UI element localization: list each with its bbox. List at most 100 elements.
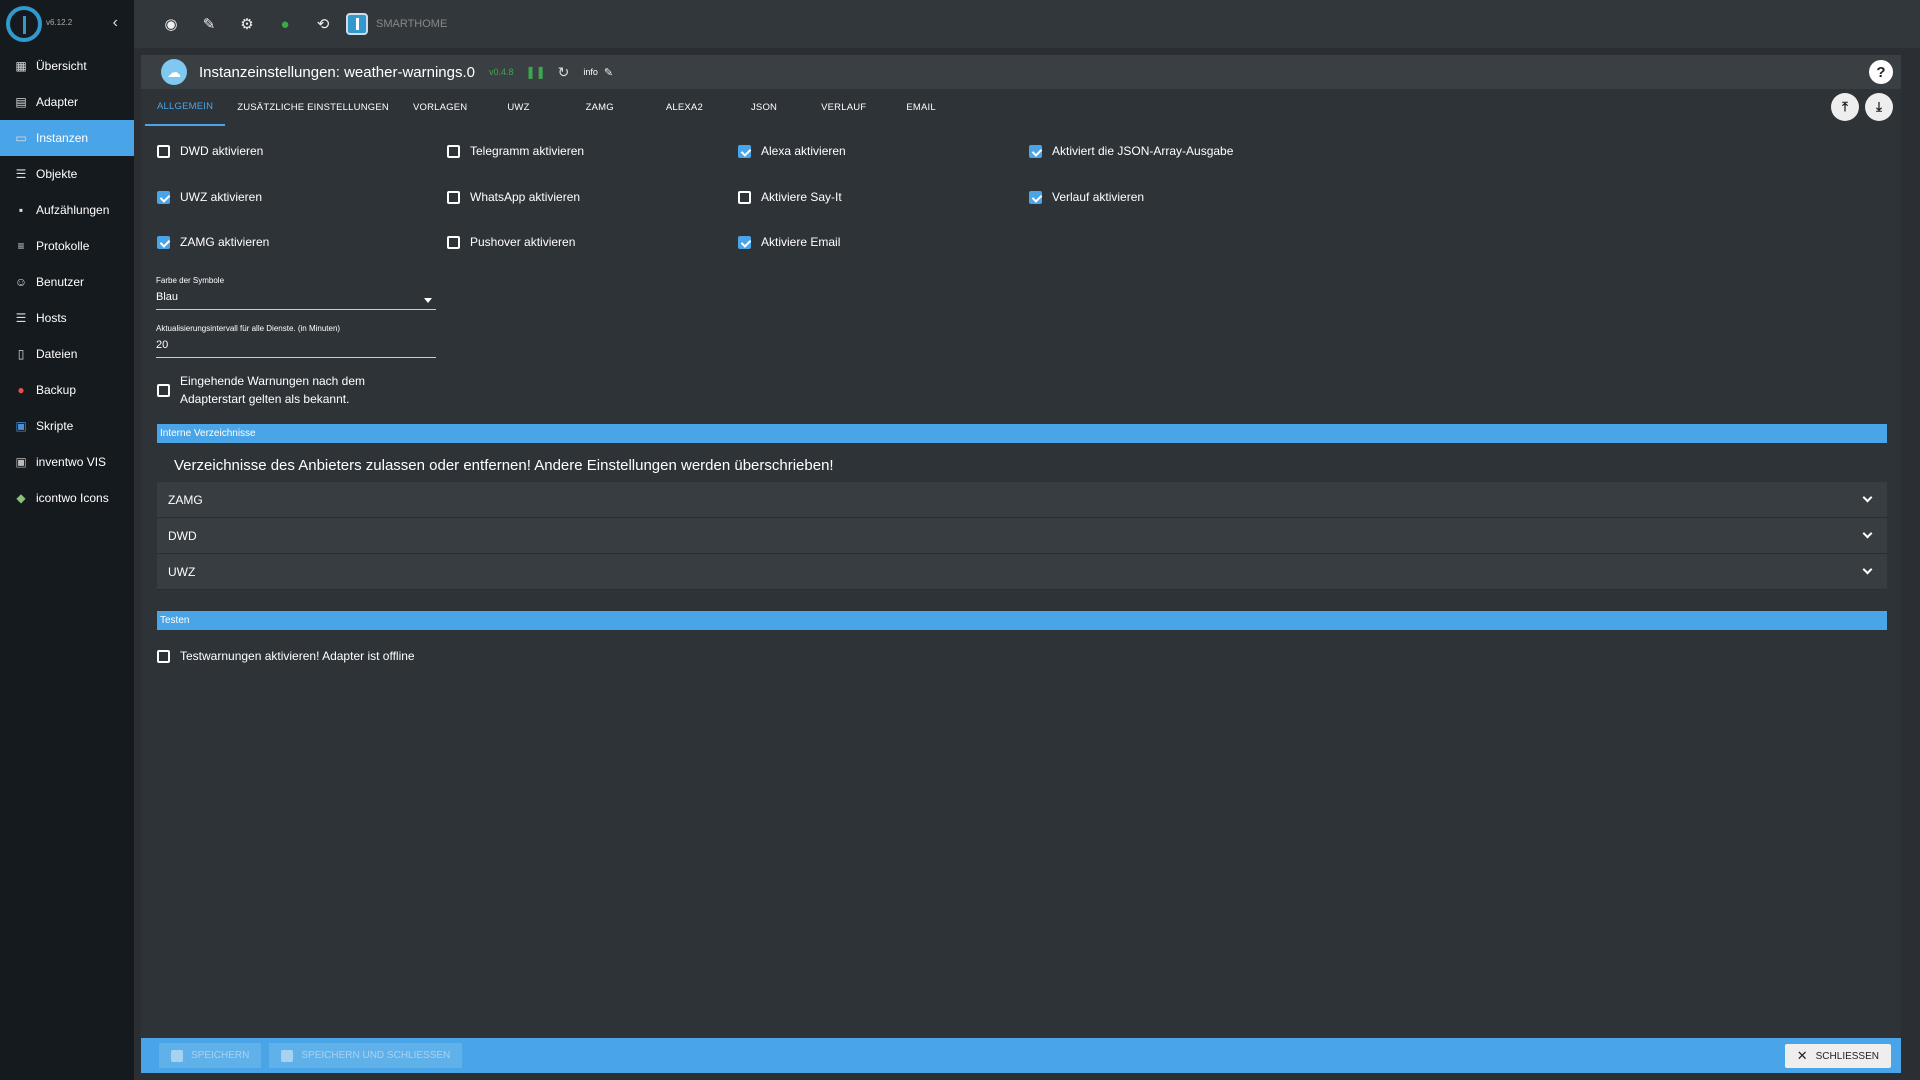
- checkbox-box[interactable]: [738, 235, 751, 249]
- adapter-version: v0.4.8: [489, 67, 514, 77]
- sidebar-item-uebersicht[interactable]: ▦ Übersicht: [0, 48, 134, 84]
- interval-input[interactable]: Aktualisierungsintervall für alle Dienst…: [156, 324, 436, 358]
- sidebar-item-protokolle[interactable]: ≡ Protokolle: [0, 228, 134, 264]
- checkbox-zamg[interactable]: ZAMG aktivieren: [157, 235, 269, 249]
- upload-config-button[interactable]: ⤒: [1831, 93, 1859, 121]
- sidebar-item-dateien[interactable]: ▯ Dateien: [0, 336, 134, 372]
- download-config-button[interactable]: ⤓: [1865, 93, 1893, 121]
- eye-icon[interactable]: ◉: [162, 15, 180, 33]
- checkbox-label: Testwarnungen aktivieren! Adapter ist of…: [180, 649, 415, 663]
- checkbox-pushover[interactable]: Pushover aktivieren: [447, 235, 575, 249]
- symbol-color-select[interactable]: Farbe der Symbole Blau: [156, 276, 436, 310]
- checkbox-box[interactable]: [157, 235, 170, 249]
- edit-icon[interactable]: ✎: [604, 66, 613, 79]
- instance-settings-panel: ☁ Instanzeinstellungen: weather-warnings…: [141, 55, 1901, 1073]
- tab-json[interactable]: JSON: [727, 89, 801, 126]
- sidebar-item-instanzen[interactable]: ▭ Instanzen: [0, 120, 134, 156]
- sidebar-item-adapter[interactable]: ▤ Adapter: [0, 84, 134, 120]
- expert-mode-icon[interactable]: ●: [276, 15, 294, 33]
- checkbox-label: Aktiviert die JSON-Array-Ausgabe: [1052, 144, 1234, 158]
- checkbox-box[interactable]: [738, 190, 751, 204]
- sidebar-item-label: inventwo VIS: [36, 455, 107, 469]
- user-icon: ☺: [14, 275, 28, 289]
- tab-verlauf[interactable]: VERLAUF: [801, 89, 886, 126]
- sidebar-item-label: Hosts: [36, 311, 67, 325]
- sidebar-item-benutzer[interactable]: ☺ Benutzer: [0, 264, 134, 300]
- page-title: Instanzeinstellungen: weather-warnings.0: [199, 63, 475, 81]
- save-button[interactable]: SPEICHERN: [159, 1043, 262, 1068]
- checkbox-box[interactable]: [1029, 190, 1042, 204]
- wrench-icon[interactable]: ✎: [200, 15, 218, 33]
- sidebar-item-hosts[interactable]: ☰ Hosts: [0, 300, 134, 336]
- sidebar-nav: ▦ Übersicht ▤ Adapter ▭ Instanzen ☰ Objekte …: [0, 48, 134, 516]
- collapse-sidebar-icon[interactable]: ‹: [113, 14, 118, 32]
- checkbox-label: ZAMG aktivieren: [180, 235, 270, 249]
- accordion-zamg[interactable]: ZAMG: [157, 482, 1887, 518]
- sidebar-item-skripte[interactable]: ▣ Skripte: [0, 408, 134, 444]
- checkbox-box[interactable]: [157, 190, 170, 204]
- checkbox-dwd[interactable]: DWD aktivieren: [157, 144, 263, 158]
- sidebar-item-label: Skripte: [36, 419, 74, 433]
- checkbox-label: WhatsApp aktivieren: [470, 190, 581, 204]
- iobroker-logo-icon[interactable]: [6, 6, 42, 42]
- tab-vorlagen[interactable]: VORLAGEN: [401, 89, 479, 126]
- sidebar-item-icontwo-icons[interactable]: ◆ icontwo Icons: [0, 480, 134, 516]
- checkbox-test-warnings[interactable]: Testwarnungen aktivieren! Adapter ist of…: [157, 649, 415, 663]
- checkbox-known-warnings[interactable]: Eingehende Warnungen nach dem Adaptersta…: [157, 372, 365, 408]
- accordion-uwz[interactable]: UWZ: [157, 554, 1887, 590]
- sidebar-item-label: icontwo Icons: [36, 491, 109, 505]
- checkbox-whatsapp[interactable]: WhatsApp aktivieren: [447, 190, 580, 204]
- save-close-button[interactable]: SPEICHERN UND SCHLIESSEN: [269, 1043, 463, 1068]
- checkbox-telegram[interactable]: Telegramm aktivieren: [447, 144, 584, 158]
- tab-email[interactable]: EMAIL: [886, 89, 956, 126]
- checkbox-email[interactable]: Aktiviere Email: [738, 235, 840, 249]
- log-icon: ≡: [17, 239, 25, 253]
- tab-bar: ALLGEMEIN ZUSÄTZLICHE EINSTELLUNGEN VORL…: [141, 89, 1901, 126]
- accordion-dwd[interactable]: DWD: [157, 518, 1887, 554]
- sync-off-icon[interactable]: ⟲: [314, 15, 332, 33]
- sidebar-item-label: Objekte: [36, 167, 78, 181]
- checkbox-json-array[interactable]: Aktiviert die JSON-Array-Ausgabe: [1029, 144, 1233, 158]
- hosts-icon: ☰: [15, 311, 27, 325]
- tab-allgemein[interactable]: ALLGEMEIN: [145, 89, 226, 126]
- checkbox-box[interactable]: [738, 144, 751, 158]
- chevron-down-icon: [1862, 528, 1873, 539]
- sidebar-item-backup[interactable]: ● Backup: [0, 372, 134, 408]
- brand-logo-icon: [346, 13, 368, 35]
- tab-alexa2[interactable]: ALEXA2: [642, 89, 727, 126]
- help-icon[interactable]: ?: [1869, 60, 1893, 84]
- checkbox-alexa[interactable]: Alexa aktivieren: [738, 144, 846, 158]
- checkbox-box[interactable]: [157, 649, 170, 663]
- tab-uwz[interactable]: UWZ: [479, 89, 557, 126]
- checkbox-box[interactable]: [447, 235, 460, 249]
- accordion-label: ZAMG: [168, 492, 203, 507]
- reload-icon[interactable]: ↻: [558, 64, 570, 81]
- sidebar-item-label: Adapter: [36, 95, 79, 109]
- close-button[interactable]: ✕ SCHLIESSEN: [1784, 1044, 1891, 1068]
- save-icon: [171, 1049, 183, 1062]
- checkbox-label: UWZ aktivieren: [180, 190, 263, 204]
- checkbox-uwz[interactable]: UWZ aktivieren: [157, 190, 262, 204]
- checkbox-label: DWD aktivieren: [180, 144, 264, 158]
- sidebar-item-inventwo-vis[interactable]: ▣ inventwo VIS: [0, 444, 134, 480]
- gear-icon[interactable]: ⚙: [238, 15, 256, 33]
- checkbox-history[interactable]: Verlauf aktivieren: [1029, 190, 1144, 204]
- checkbox-box[interactable]: [447, 144, 460, 158]
- checkbox-box[interactable]: [447, 190, 460, 204]
- checkbox-box[interactable]: [1029, 144, 1042, 158]
- checkbox-label: Eingehende Warnungen nach dem Adaptersta…: [180, 372, 365, 408]
- tab-zamg[interactable]: ZAMG: [558, 89, 642, 126]
- tab-actions: ⤒ ⤓: [1831, 93, 1893, 121]
- sidebar-item-objekte[interactable]: ☰ Objekte: [0, 156, 134, 192]
- checkbox-box[interactable]: [157, 383, 170, 397]
- checkbox-box[interactable]: [157, 144, 170, 158]
- sidebar-item-aufzaehlungen[interactable]: ▪ Aufzählungen: [0, 192, 134, 228]
- checkbox-sayit[interactable]: Aktiviere Say-It: [738, 190, 842, 204]
- checkbox-label: Telegramm aktivieren: [470, 144, 585, 158]
- files-icon: ▯: [17, 347, 25, 361]
- grid-icon: ▦: [15, 59, 27, 73]
- tab-zusaetzliche-einstellungen[interactable]: ZUSÄTZLICHE EINSTELLUNGEN: [225, 89, 401, 126]
- app-version: v6.12.2: [46, 17, 73, 27]
- checkbox-label-line-2: Adapterstart gelten als bekannt.: [180, 392, 350, 406]
- pause-icon[interactable]: ❚❚: [526, 65, 546, 79]
